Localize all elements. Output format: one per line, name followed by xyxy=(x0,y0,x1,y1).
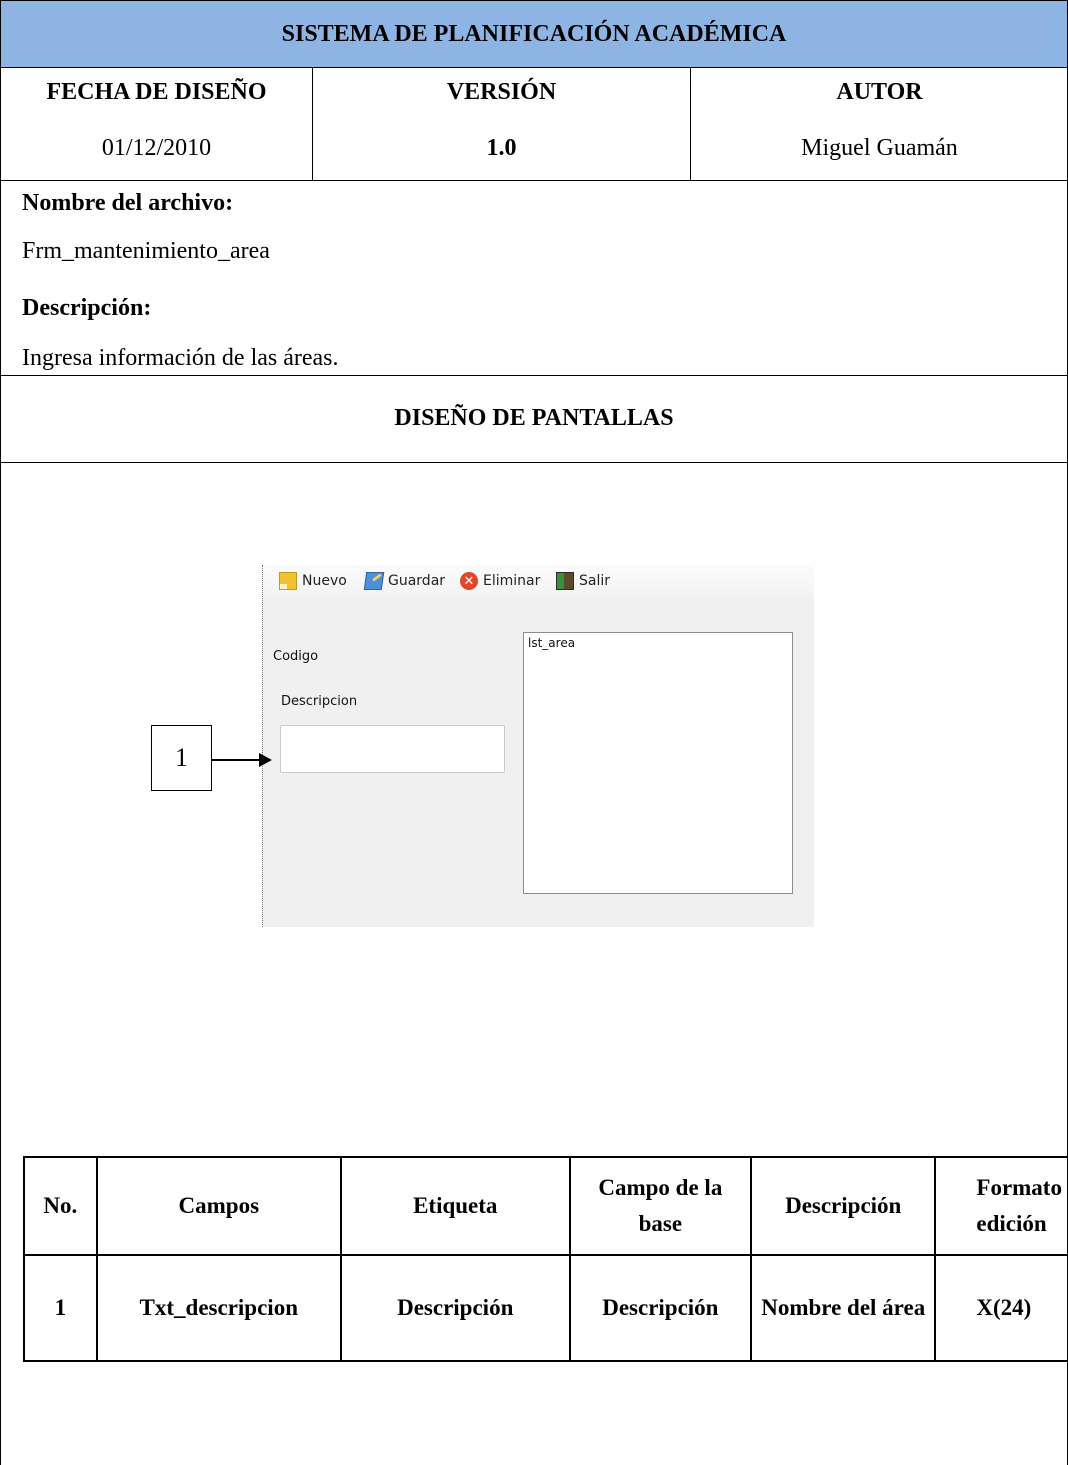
delete-icon: ✕ xyxy=(460,572,478,590)
descripcion-field-label: Descripcion xyxy=(281,694,358,709)
codigo-label: Codigo xyxy=(273,649,319,664)
callout-number: 1 xyxy=(151,725,212,791)
listbox-label: lst_area xyxy=(528,636,576,650)
eliminar-button[interactable]: ✕ Eliminar xyxy=(460,569,540,593)
table-row: 1 Txt_descripcion Descripción Descripció… xyxy=(23,1254,1068,1362)
descripcion-value: Ingresa información de las áreas. xyxy=(22,345,339,371)
guardar-label: Guardar xyxy=(388,573,446,589)
exit-icon xyxy=(556,572,574,590)
archivo-value: Frm_mantenimiento_area xyxy=(22,238,270,264)
document-title: SISTEMA DE PLANIFICACIÓN ACADÉMICA xyxy=(0,0,1068,68)
cell-formato: X(24) xyxy=(934,1254,1068,1362)
table-header-row: No. Campos Etiqueta Campo de la base Des… xyxy=(23,1156,1068,1256)
cell-campo-base: Descripción xyxy=(568,1254,753,1362)
salir-button[interactable]: Salir xyxy=(556,569,610,593)
cell-campo: Txt_descripcion xyxy=(95,1254,342,1362)
save-icon xyxy=(363,572,385,590)
form-toolbar: Nuevo Guardar ✕ Eliminar Salir xyxy=(263,565,814,597)
eliminar-label: Eliminar xyxy=(483,573,541,589)
salir-label: Salir xyxy=(579,573,611,589)
cell-etiqueta: Descripción xyxy=(339,1254,571,1362)
new-icon xyxy=(279,572,297,590)
archivo-label: Nombre del archivo: xyxy=(22,190,234,216)
col-header-descripcion: Descripción xyxy=(750,1156,937,1256)
fecha-value: 01/12/2010 xyxy=(0,116,313,181)
area-listbox[interactable]: lst_area xyxy=(523,632,793,894)
callout-arrow-line xyxy=(212,759,260,761)
version-value: 1.0 xyxy=(312,116,691,181)
col-header-formato: Formato edición xyxy=(934,1156,1068,1256)
guardar-button[interactable]: Guardar xyxy=(363,569,446,593)
cell-descripcion: Nombre del área xyxy=(750,1254,937,1362)
fields-table: No. Campos Etiqueta Campo de la base Des… xyxy=(23,1156,1068,1362)
autor-label: AUTOR xyxy=(690,67,1068,116)
autor-value: Miguel Guamán xyxy=(690,116,1068,181)
col-header-etiqueta: Etiqueta xyxy=(339,1156,571,1256)
descripcion-input[interactable] xyxy=(280,725,505,773)
nuevo-label: Nuevo xyxy=(302,573,347,589)
fecha-label: FECHA DE DISEÑO xyxy=(0,67,313,116)
col-header-campo-base: Campo de la base xyxy=(568,1156,753,1256)
col-header-campos: Campos xyxy=(95,1156,342,1256)
descripcion-label: Descripción: xyxy=(22,295,152,321)
divider xyxy=(262,565,263,927)
arrow-right-icon xyxy=(259,753,272,767)
cell-no: 1 xyxy=(23,1254,98,1362)
col-header-no: No. xyxy=(23,1156,98,1256)
version-label: VERSIÓN xyxy=(312,67,691,116)
nuevo-button[interactable]: Nuevo xyxy=(279,569,347,593)
section-title: DISEÑO DE PANTALLAS xyxy=(0,375,1068,463)
meta-table: FECHA DE DISEÑO VERSIÓN AUTOR 01/12/2010… xyxy=(0,67,1068,181)
file-info: Nombre del archivo: Frm_mantenimiento_ar… xyxy=(0,180,1068,376)
